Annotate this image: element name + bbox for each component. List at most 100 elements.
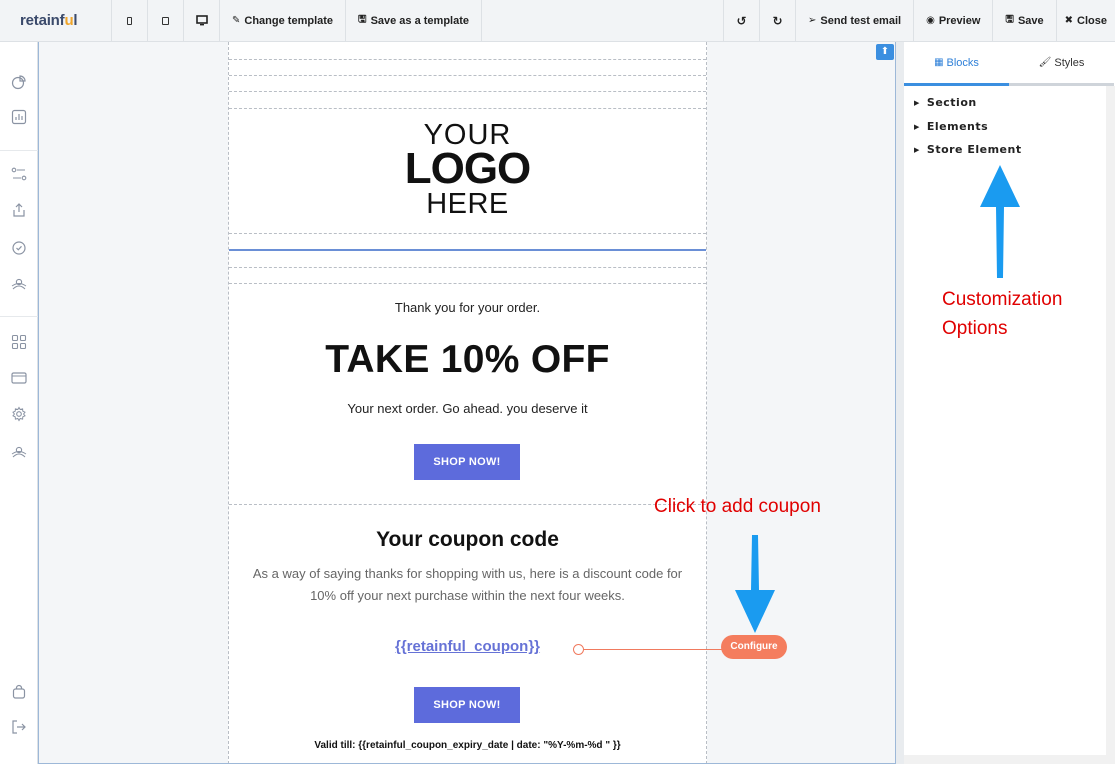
section-divider [229,75,706,76]
eye-icon: ◉ [926,15,935,26]
annotation-options-hint: Customization Options [942,285,1062,343]
export-icon[interactable] [11,202,27,218]
blocks-icon: ▦ [934,57,944,68]
annotation-options-line-2: Options [942,318,1008,339]
tab-blocks[interactable]: ▦ Blocks [904,42,1009,86]
left-sidebar [0,42,38,764]
category-store-element-label: Store Element [926,143,1022,156]
connector-dot [573,644,584,655]
logout-icon[interactable] [11,719,27,735]
email-body: YOUR LOGO HERE Thank you for your order.… [228,42,707,763]
sidebar-divider [0,150,38,151]
change-template-button[interactable]: ✎ Change template [220,0,347,42]
annotation-coupon-hint: Click to add coupon [654,496,821,517]
pie-chart-icon[interactable] [11,74,27,90]
floppy-icon: 🖫 [358,14,367,25]
shop-now-button[interactable]: SHOP NOW! [414,444,520,480]
section-divider [229,267,706,268]
annotation-options-line-1: Customization [942,289,1063,310]
undo-icon: ↺ [736,13,747,28]
caret-right-icon: ▶ [914,146,920,154]
save-label: Save [1017,14,1044,27]
brand-text-end: l [73,12,78,29]
tab-styles[interactable]: 🖌 Styles [1009,42,1114,86]
change-template-label: Change template [244,14,334,27]
team-icon[interactable] [11,444,27,460]
close-label: Close [1077,14,1107,27]
logo-placeholder[interactable]: YOUR LOGO HERE [229,120,706,220]
brand-logo[interactable]: retainf u l [0,0,112,42]
connector-line [584,649,722,650]
offer-subline[interactable]: Your next order. Go ahead. you deserve i… [229,401,706,416]
annotation-arrow-up-icon [980,165,1020,278]
configure-button[interactable]: Configure [721,635,787,659]
category-store-element[interactable]: ▶ Store Element [914,143,1022,156]
caret-right-icon: ▶ [914,123,920,131]
redo-button[interactable]: ↻ [758,0,795,42]
mobile-icon [127,16,132,25]
gear-icon[interactable] [11,406,27,422]
selected-divider-block[interactable] [229,249,706,251]
section-divider [229,91,706,92]
mobile-view-button[interactable] [112,0,148,42]
send-test-email-button[interactable]: ➢ Send test email [794,0,913,42]
category-section-label: Section [926,96,977,109]
tablet-view-button[interactable] [148,0,184,42]
edit-icon: ✎ [232,15,241,26]
section-divider [229,233,706,234]
panel-tabs: ▦ Blocks 🖌 Styles [904,42,1115,86]
top-toolbar: retainf u l ✎ Change template 🖫 Save as a … [0,0,1115,42]
send-test-email-label: Send test email [820,14,902,27]
brand-accent-letter: u [64,12,74,29]
scroll-top-button[interactable]: ⬆ [876,44,894,60]
brand-text: retainf [20,12,65,29]
badge-icon[interactable] [11,240,27,256]
shop-now-button-2[interactable]: SHOP NOW! [414,687,520,723]
brush-icon: 🖌 [1038,57,1052,68]
desktop-icon [195,15,208,26]
offer-headline[interactable]: TAKE 10% OFF [229,338,706,382]
users-icon[interactable] [11,276,27,292]
caret-right-icon: ▶ [914,99,920,107]
tab-styles-label: Styles [1054,56,1085,69]
panel-vertical-scrollbar[interactable] [1106,86,1115,755]
paper-plane-icon: ➢ [807,15,817,26]
save-as-template-label: Save as a template [370,14,470,27]
category-elements-label: Elements [926,120,989,133]
section-divider [229,283,706,284]
bag-icon[interactable] [11,684,27,700]
sidebar-divider [0,316,38,317]
grid-icon[interactable] [11,334,27,350]
coupon-description[interactable]: As a way of saying thanks for shopping w… [249,563,686,607]
annotation-arrow-down-icon [735,535,775,633]
desktop-view-button[interactable] [184,0,220,42]
category-elements[interactable]: ▶ Elements [914,120,988,133]
logo-line-3: HERE [426,188,509,220]
arrow-up-icon: ⬆ [880,46,890,57]
tablet-icon [162,16,169,25]
preview-button[interactable]: ◉ Preview [913,0,992,42]
save-icon: 🖫 [1005,14,1014,25]
thank-you-text[interactable]: Thank you for your order. [229,300,706,315]
redo-icon: ↻ [772,13,783,28]
coupon-valid-till[interactable]: Valid till: {{retainful_coupon_expiry_da… [229,740,706,751]
save-button[interactable]: 🖫 Save [992,0,1055,42]
section-divider [229,504,706,505]
close-icon: ✖ [1064,15,1074,26]
coupon-title[interactable]: Your coupon code [229,528,706,552]
save-as-template-button[interactable]: 🖫 Save as a template [346,0,483,42]
section-divider [229,108,706,109]
card-icon[interactable] [11,370,27,386]
close-button[interactable]: ✖ Close [1055,0,1115,42]
category-section[interactable]: ▶ Section [914,96,977,109]
bar-chart-icon[interactable] [11,109,27,125]
preview-label: Preview [938,14,981,27]
workflow-icon[interactable] [11,166,27,182]
logo-line-2: LOGO [404,144,532,193]
coupon-code-placeholder[interactable]: {{retainful_coupon}} [229,638,706,655]
panel-horizontal-scrollbar[interactable] [904,755,1115,764]
undo-button[interactable]: ↺ [722,0,759,42]
tab-blocks-label: Blocks [946,56,979,69]
section-divider [229,59,706,60]
